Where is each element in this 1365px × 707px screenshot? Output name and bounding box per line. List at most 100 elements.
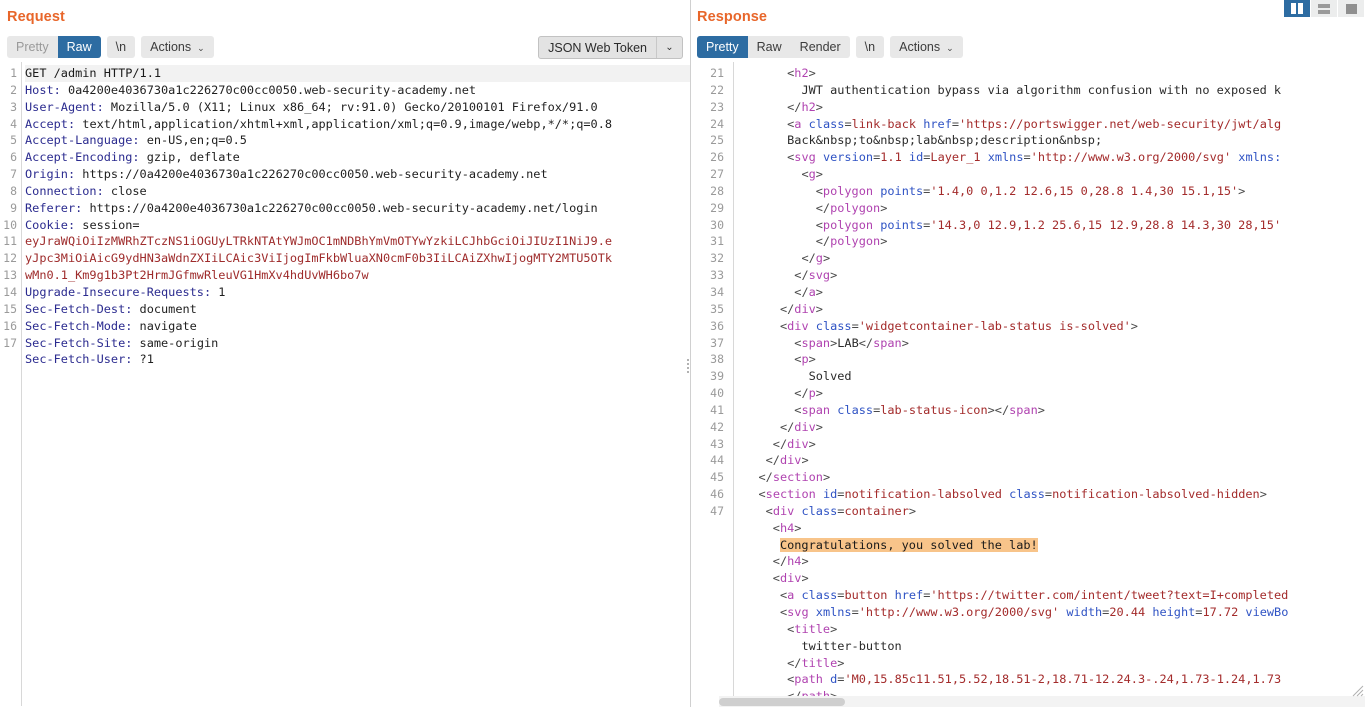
request-inspector-select-value: JSON Web Token <box>548 40 647 55</box>
response-line: </a> <box>794 284 823 299</box>
response-tab-raw[interactable]: Raw <box>748 36 791 58</box>
response-line-number: 34 <box>710 284 724 299</box>
request-line-number: 5 <box>10 133 17 148</box>
response-tab-render[interactable]: Render <box>791 36 850 58</box>
request-header-value: text/html,application/xhtml+xml,applicat… <box>75 116 613 131</box>
response-line: <a class=link-back href='https://portswi… <box>787 116 1282 131</box>
request-line: Cookie: session= <box>25 217 690 234</box>
response-line-number: 44 <box>710 453 724 468</box>
response-line: <div> <box>772 571 809 586</box>
response-line: <a class=button href='https://twitter.co… <box>779 588 1289 603</box>
response-line-number: 43 <box>710 436 724 451</box>
request-header-value: close <box>103 183 147 198</box>
request-header-key: Accept: <box>25 116 76 131</box>
response-toolbar: Pretty Raw Render \n Actions ⌄ <box>690 32 1365 62</box>
response-panel-title: Response <box>697 9 768 25</box>
request-header-key: User-Agent: <box>25 99 104 114</box>
request-header-key: Upgrade-Insecure-Requests: <box>25 284 212 299</box>
request-header-key: Host: <box>25 82 61 97</box>
response-line-number: 21 <box>710 66 724 80</box>
response-line-number: 31 <box>710 234 724 249</box>
request-line: Accept-Language: en-US,en;q=0.5 <box>25 132 690 149</box>
request-tab-pretty[interactable]: Pretty <box>7 36 58 58</box>
request-newline-button[interactable]: \n <box>106 36 136 58</box>
response-line: </div> <box>772 436 816 451</box>
request-line-number: 3 <box>10 99 17 114</box>
request-line: Sec-Fetch-Mode: navigate <box>25 318 690 335</box>
layout-single-pane-button[interactable] <box>1338 0 1365 17</box>
request-line-number: 9 <box>10 200 17 215</box>
request-view-mode-group[interactable]: Pretty Raw <box>7 36 101 58</box>
vertical-split-icon <box>1291 3 1303 14</box>
request-panel-title: Request <box>7 9 65 25</box>
request-header-key: Sec-Fetch-User: <box>25 352 133 367</box>
response-line-number: 47 <box>710 503 724 518</box>
request-editor[interactable]: 1 2 3 4 5 6 7 8 9 10 11 12 13 14 15 16 17 GET /admin HTT… <box>0 62 690 707</box>
request-line-number: 7 <box>10 167 17 182</box>
response-line-number: 36 <box>710 318 724 333</box>
response-line-number: 42 <box>710 419 724 434</box>
response-line: </div> <box>779 419 823 434</box>
response-line-number: 30 <box>710 217 724 232</box>
request-actions-button[interactable]: Actions ⌄ <box>141 36 214 58</box>
request-header-value: gzip, deflate <box>139 150 240 165</box>
request-line: Origin: https://0a4200e4036730a1c226270c… <box>25 166 690 183</box>
request-code[interactable]: GET /admin HTTP/1.1 Host: 0a4200e4036730a… <box>22 62 690 707</box>
layout-vertical-split-button[interactable] <box>1284 0 1311 17</box>
response-line: </polygon> <box>815 234 888 249</box>
request-header-key: Cookie: <box>25 217 76 232</box>
response-line-number: 29 <box>710 200 724 215</box>
request-header-key: Sec-Fetch-Mode: <box>25 318 133 333</box>
response-line-number: 45 <box>710 470 724 485</box>
request-line-number: 1 <box>10 66 17 80</box>
panel-splitter[interactable] <box>690 0 691 707</box>
response-line: Back&nbsp;to&nbsp;lab&nbsp;description&n… <box>787 133 1103 148</box>
response-actions-button[interactable]: Actions ⌄ <box>890 36 963 58</box>
response-view-mode-group[interactable]: Pretty Raw Render <box>697 36 850 58</box>
response-line-number: 26 <box>710 150 724 165</box>
response-line: Congratulations, you solved the lab! <box>779 537 1038 552</box>
response-line: </svg> <box>794 268 838 283</box>
response-panel: Response Pretty Raw Render \n Actions ⌄ 2… <box>690 0 1365 707</box>
request-header-value: session= <box>75 217 140 232</box>
request-header-value: https://0a4200e4036730a1c226270c00cc0050… <box>82 200 598 215</box>
request-tab-raw[interactable]: Raw <box>57 36 101 58</box>
resize-grip-icon[interactable] <box>1352 685 1364 697</box>
request-line: Upgrade-Insecure-Requests: 1 <box>25 284 690 301</box>
response-line: <span class=lab-status-icon></span> <box>794 402 1045 417</box>
request-line: Host: 0a4200e4036730a1c226270c00cc0050.w… <box>25 82 690 99</box>
request-line: yJpc3MiOiAicG9ydHN3aWdnZXIiLCAic3ViIjogI… <box>25 250 690 267</box>
layout-button-group <box>1284 0 1365 17</box>
response-line: <g> <box>801 167 823 182</box>
request-line-number: 10 <box>3 217 17 232</box>
chevron-down-icon: ⌄ <box>656 37 682 58</box>
response-line: Solved <box>808 369 852 384</box>
request-header-value: 0a4200e4036730a1c226270c00cc0050.web-sec… <box>60 82 477 97</box>
request-line <box>25 368 690 385</box>
request-line-number: 11 <box>3 234 17 249</box>
response-newline-button[interactable]: \n <box>855 36 885 58</box>
response-tab-pretty[interactable]: Pretty <box>697 36 748 58</box>
request-line: Accept: text/html,application/xhtml+xml,… <box>25 116 690 133</box>
response-editor[interactable]: 21 22 23 24 25 26 27 28 29 30 31 32 33 34 35 36 37 38 39 40… <box>690 62 1365 707</box>
response-scrollbar-thumb[interactable] <box>719 698 845 706</box>
request-inspector-select[interactable]: JSON Web Token ⌄ <box>538 36 683 59</box>
response-line: twitter-button <box>801 638 902 653</box>
response-line-number: 35 <box>710 301 724 316</box>
layout-horizontal-split-button[interactable] <box>1311 0 1338 17</box>
response-line: </p> <box>794 386 823 401</box>
request-line-number: 16 <box>3 318 17 333</box>
response-line: <span>LAB</span> <box>794 335 909 350</box>
response-actions-label: Actions <box>899 40 941 54</box>
response-line: <section id=notification-labsolved class… <box>758 487 1267 502</box>
panel-splitter-grip[interactable] <box>685 356 690 376</box>
response-code[interactable]: <h2> JWT authentication bypass via algor… <box>734 62 1365 707</box>
response-horizontal-scrollbar[interactable] <box>719 696 1365 707</box>
request-line: Accept-Encoding: gzip, deflate <box>25 149 690 166</box>
request-header-key: Accept-Encoding: <box>25 150 140 165</box>
request-line: Sec-Fetch-Site: same-origin <box>25 335 690 352</box>
request-line-number: 8 <box>10 183 17 198</box>
response-line: <svg version=1.1 id=Layer_1 xmlns='http:… <box>787 150 1282 165</box>
response-line-number: 25 <box>710 133 724 148</box>
response-line: </div> <box>765 453 809 468</box>
